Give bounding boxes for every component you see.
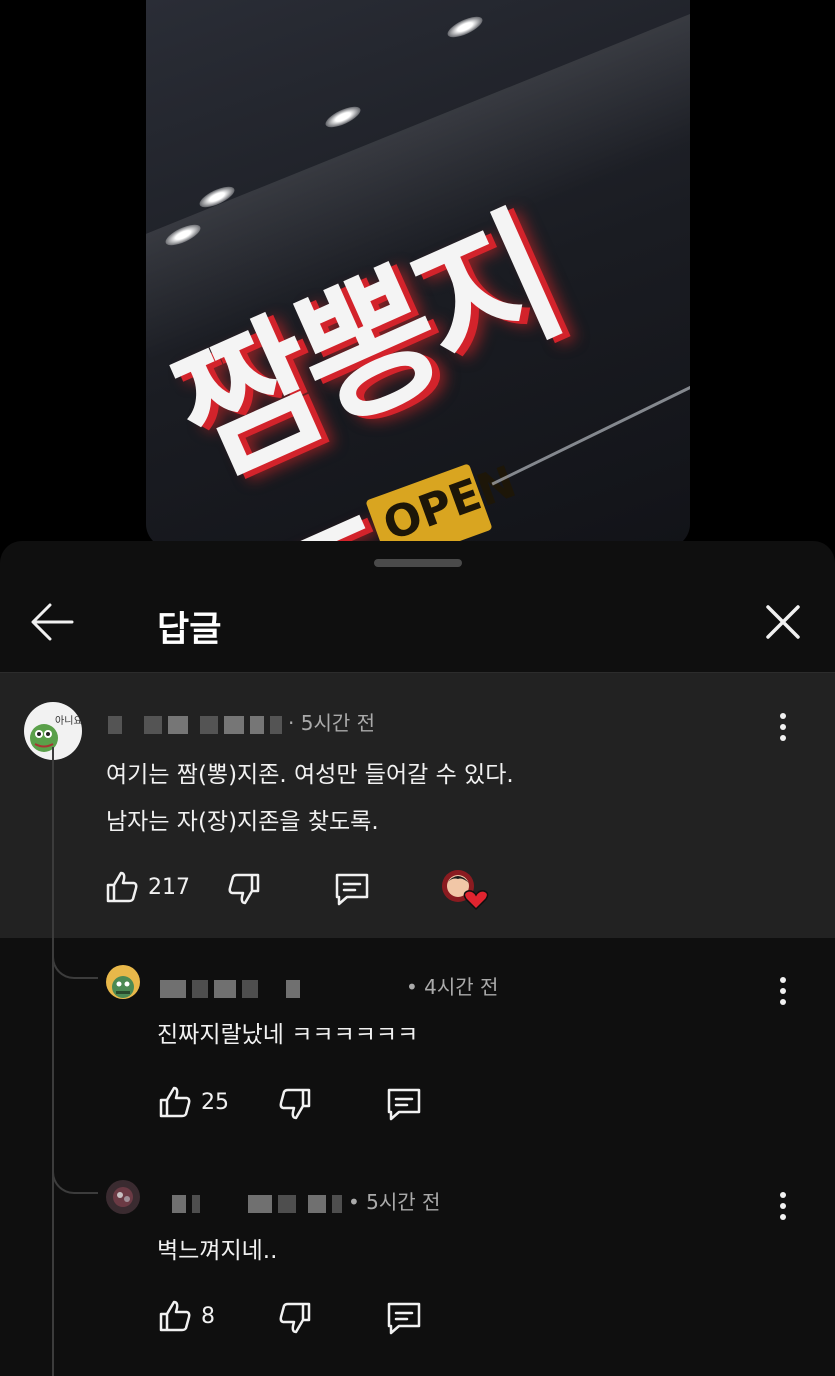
comment-author-meta: • 5시간 전	[172, 1186, 440, 1215]
comment-author-meta: • 4시간 전	[160, 971, 498, 1000]
like-count: 25	[201, 1090, 229, 1115]
thumbs-up-icon	[159, 1086, 191, 1118]
reply-icon	[387, 1302, 421, 1335]
like-count: 8	[201, 1304, 215, 1329]
more-dot	[780, 724, 786, 730]
like-button[interactable]: 8	[157, 1298, 237, 1334]
reply-button[interactable]	[385, 1300, 425, 1336]
avatar-image	[113, 1187, 133, 1207]
close-icon	[766, 605, 800, 639]
avatar-lettering: 아니요	[55, 715, 82, 727]
avatar[interactable]	[106, 965, 140, 999]
thumbs-down-icon	[228, 873, 260, 905]
thumbs-down-icon	[279, 1302, 311, 1334]
comment-text-line: 진짜지랄났네 ㅋㅋㅋㅋㅋㅋ	[157, 1022, 419, 1048]
thread-line	[52, 747, 54, 1376]
dislike-button[interactable]	[277, 1300, 317, 1336]
drag-handle[interactable]	[374, 559, 462, 567]
author-name-blurred[interactable]	[108, 711, 288, 735]
more-vert-icon	[780, 713, 786, 719]
ceiling-lamp	[322, 102, 364, 132]
more-vert-icon	[780, 977, 786, 983]
more-vert-icon	[780, 1192, 786, 1198]
back-button[interactable]	[28, 599, 76, 645]
avatar[interactable]	[106, 1180, 140, 1214]
close-button[interactable]	[760, 599, 806, 645]
thumbs-up-icon	[106, 871, 138, 903]
dislike-button[interactable]	[277, 1086, 317, 1122]
comment-more-button[interactable]	[768, 971, 798, 1011]
more-dot	[780, 988, 786, 994]
like-count: 217	[148, 875, 190, 900]
more-dot	[780, 735, 786, 741]
comment-text-line: 벽느껴지네..	[157, 1238, 278, 1264]
reply-icon	[335, 873, 369, 906]
author-name-blurred[interactable]	[172, 1190, 348, 1214]
comment-author-meta: · 5시간 전	[108, 707, 375, 736]
comment-time: • 5시간 전	[348, 1190, 441, 1214]
comment-more-button[interactable]	[768, 1186, 798, 1226]
thumbs-up-icon	[159, 1300, 191, 1332]
shorts-video-frame[interactable]: 짬뽕지존 OPEN	[146, 0, 690, 548]
creator-heart-badge	[440, 869, 490, 911]
dislike-button[interactable]	[226, 871, 266, 907]
thread-connector	[52, 1168, 98, 1194]
more-dot	[780, 1203, 786, 1209]
replies-sheet: 답글 아니요 · 5시간 전 여기는 짬(뽕)지존. 여성만 들어갈 수 있다.…	[0, 541, 835, 1376]
avatar-image	[112, 976, 134, 998]
comment-time: · 5시간 전	[288, 711, 375, 735]
author-name-blurred[interactable]	[160, 975, 306, 999]
creator-heart-icon	[442, 870, 489, 911]
sheet-header: 답글	[0, 571, 835, 673]
comment-text-line: 남자는 자(장)지존을 찾도록.	[106, 809, 379, 835]
comment-time: • 4시간 전	[406, 975, 499, 999]
thread-connector	[52, 953, 98, 979]
more-dot	[780, 1214, 786, 1220]
like-button[interactable]: 217	[104, 869, 204, 905]
thumbs-down-icon	[279, 1088, 311, 1120]
reply-button[interactable]	[385, 1086, 425, 1122]
like-button[interactable]: 25	[157, 1084, 237, 1120]
sheet-title: 답글	[157, 610, 222, 650]
more-dot	[780, 999, 786, 1005]
comment-more-button[interactable]	[768, 707, 798, 747]
reply-button[interactable]	[333, 871, 373, 907]
back-arrow-icon	[31, 603, 74, 641]
reply-icon	[387, 1088, 421, 1121]
comment-text-line: 여기는 짬(뽕)지존. 여성만 들어갈 수 있다.	[106, 762, 514, 788]
ceiling-lamp	[444, 12, 486, 42]
